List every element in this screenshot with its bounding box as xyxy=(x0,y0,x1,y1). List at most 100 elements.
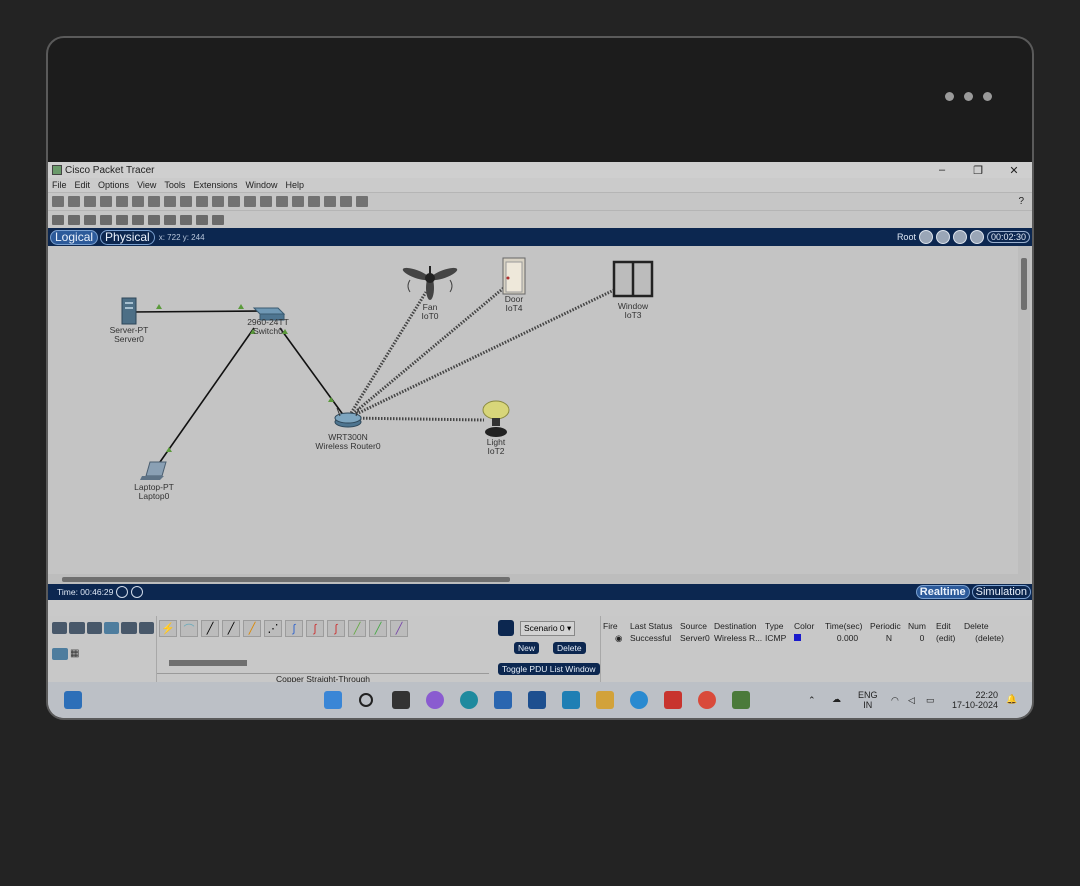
fire-icon[interactable]: ◉ xyxy=(601,633,630,644)
undo-icon[interactable] xyxy=(212,196,224,207)
help-app-icon[interactable] xyxy=(630,691,648,709)
copy-icon[interactable] xyxy=(180,196,192,207)
serial-dce-icon[interactable]: ∫ xyxy=(306,620,324,637)
viewport-icon[interactable] xyxy=(324,196,336,207)
more-options-icon[interactable] xyxy=(945,92,992,101)
delete-scenario-button[interactable]: Delete xyxy=(553,642,586,654)
end-devices-icon[interactable] xyxy=(69,622,85,634)
logical-workspace[interactable]: Server-PT Server0 2960-24TT Switch0 WRT3… xyxy=(48,246,1032,584)
language-indicator[interactable]: ENG IN xyxy=(858,690,878,710)
horizontal-scrollbar[interactable] xyxy=(48,574,1018,584)
simple-pdu-icon[interactable] xyxy=(196,214,208,225)
screenshot-icon[interactable] xyxy=(356,196,368,207)
toggle-pdu-list-button[interactable]: Toggle PDU List Window xyxy=(498,663,600,675)
save-icon[interactable] xyxy=(84,196,96,207)
search-icon[interactable] xyxy=(359,693,373,707)
reader-icon[interactable] xyxy=(494,691,512,709)
menu-file[interactable]: File xyxy=(52,180,67,190)
complex-pdu-icon[interactable] xyxy=(212,214,224,225)
select-icon[interactable] xyxy=(52,214,64,225)
menu-tools[interactable]: Tools xyxy=(164,180,185,190)
multiuser-icon[interactable] xyxy=(138,622,154,634)
scenario-info-icon[interactable] xyxy=(498,620,514,636)
connections-icon[interactable] xyxy=(103,622,120,634)
notification-icon[interactable]: 🔔 xyxy=(1006,694,1017,704)
draw-line-icon[interactable] xyxy=(132,214,144,225)
components-icon[interactable] xyxy=(86,622,102,634)
zoom-reset-icon[interactable] xyxy=(260,196,272,207)
store-icon[interactable] xyxy=(528,691,546,709)
inspect-icon[interactable] xyxy=(68,214,80,225)
fast-forward-icon[interactable] xyxy=(131,586,144,598)
print-icon[interactable] xyxy=(116,196,128,207)
move-object-icon[interactable] xyxy=(952,230,967,244)
menu-options[interactable]: Options xyxy=(98,180,129,190)
back-icon[interactable] xyxy=(918,230,933,244)
coaxial-icon[interactable]: ∫ xyxy=(285,620,303,637)
copilot-icon[interactable] xyxy=(426,691,444,709)
table-row[interactable]: ◉ Successful Server0 Wireless R... ICMP … xyxy=(601,632,1032,644)
console-cable-icon[interactable]: ⌒ xyxy=(180,620,198,637)
wifi-icon[interactable]: ◠ xyxy=(891,695,899,705)
chrome-icon[interactable] xyxy=(698,691,716,709)
task-view-icon[interactable] xyxy=(392,691,410,709)
wizard-icon[interactable] xyxy=(148,196,160,207)
connection-scrollbar[interactable] xyxy=(169,660,247,666)
widgets-icon[interactable] xyxy=(64,691,82,709)
file-explorer-icon[interactable] xyxy=(596,691,614,709)
power-cycle-icon[interactable] xyxy=(116,586,129,598)
menu-extensions[interactable]: Extensions xyxy=(193,180,237,190)
menu-edit[interactable]: Edit xyxy=(75,180,91,190)
iot-cable-icon[interactable]: ╱ xyxy=(369,620,387,637)
paste-icon[interactable] xyxy=(196,196,208,207)
mcafee-icon[interactable] xyxy=(664,691,682,709)
mysql-icon[interactable] xyxy=(562,691,580,709)
edit-link[interactable]: (edit) xyxy=(936,633,964,643)
simulation-mode-button[interactable]: Simulation xyxy=(971,585,1031,599)
volume-icon[interactable]: ◁ xyxy=(908,695,915,705)
scenario-select[interactable]: Scenario 0 ▾ xyxy=(520,620,576,636)
cloud-icon[interactable]: ☁ xyxy=(832,694,841,704)
note-icon[interactable] xyxy=(116,214,128,225)
phone-cable-icon[interactable]: ⋰ xyxy=(264,620,282,637)
tab-physical[interactable]: Physical xyxy=(100,229,155,245)
zoom-out-icon[interactable] xyxy=(276,196,288,207)
activity-wizard-icon[interactable] xyxy=(340,196,352,207)
tab-logical[interactable]: Logical xyxy=(50,229,99,245)
start-icon[interactable] xyxy=(324,691,342,709)
serial-dte-icon[interactable]: ∫ xyxy=(327,620,345,637)
auto-connect-icon[interactable]: ⚡ xyxy=(159,620,177,637)
network-devices-icon[interactable] xyxy=(52,622,68,634)
delete-link[interactable]: (delete) xyxy=(964,633,1004,643)
realtime-mode-button[interactable]: Realtime xyxy=(915,585,970,599)
octal-icon[interactable]: ╱ xyxy=(348,620,366,637)
menu-view[interactable]: View xyxy=(137,180,156,190)
misc-icon[interactable] xyxy=(121,622,137,634)
save-as-icon[interactable] xyxy=(100,196,112,207)
redo-icon[interactable] xyxy=(228,196,240,207)
custom-devices-icon[interactable] xyxy=(308,196,320,207)
new-scenario-button[interactable]: New xyxy=(514,642,540,654)
drawing-palette-icon[interactable] xyxy=(292,196,304,207)
packet-tracer-taskbar-icon[interactable] xyxy=(732,691,750,709)
menu-window[interactable]: Window xyxy=(245,180,277,190)
new-cluster-icon[interactable] xyxy=(935,230,950,244)
straight-through-icon[interactable]: ╱ xyxy=(201,620,219,637)
set-background-icon[interactable] xyxy=(969,230,984,244)
crossover-icon[interactable]: ╱ xyxy=(222,620,240,637)
new-icon[interactable] xyxy=(52,196,64,207)
help-button[interactable]: ? xyxy=(1018,196,1024,207)
show-hidden-icons[interactable]: ⌃ xyxy=(808,695,816,705)
close-button[interactable]: ✕ xyxy=(996,164,1032,177)
zoom-in-icon[interactable] xyxy=(244,196,256,207)
menu-help[interactable]: Help xyxy=(285,180,304,190)
usb-cable-icon[interactable]: ╱ xyxy=(390,620,408,637)
edge-icon[interactable] xyxy=(460,691,478,709)
fiber-icon[interactable]: ╱ xyxy=(243,620,261,637)
draw-rectangle-icon[interactable] xyxy=(148,214,160,225)
battery-icon[interactable]: ▭ xyxy=(926,695,935,705)
info-icon[interactable] xyxy=(132,196,144,207)
freeform-icon[interactable] xyxy=(180,214,192,225)
system-clock[interactable]: 22:20 17-10-2024 xyxy=(952,690,998,710)
delete-icon[interactable] xyxy=(84,214,96,225)
